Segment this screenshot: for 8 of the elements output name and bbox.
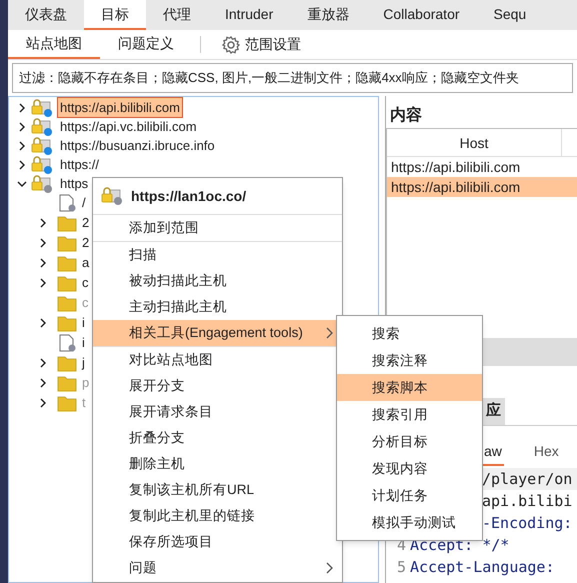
menu-title: https://lan1oc.co/ <box>131 186 246 206</box>
code-line: /player/on <box>482 468 572 490</box>
code-line: Accept: */* <box>410 534 510 556</box>
code-line: -Encoding: <box>482 512 572 534</box>
code-line: Accept-Language: <box>410 556 554 578</box>
code-line: api.bilibi <box>482 490 572 512</box>
section-title: 内容 <box>389 105 423 126</box>
line-number: 5 <box>396 556 406 578</box>
